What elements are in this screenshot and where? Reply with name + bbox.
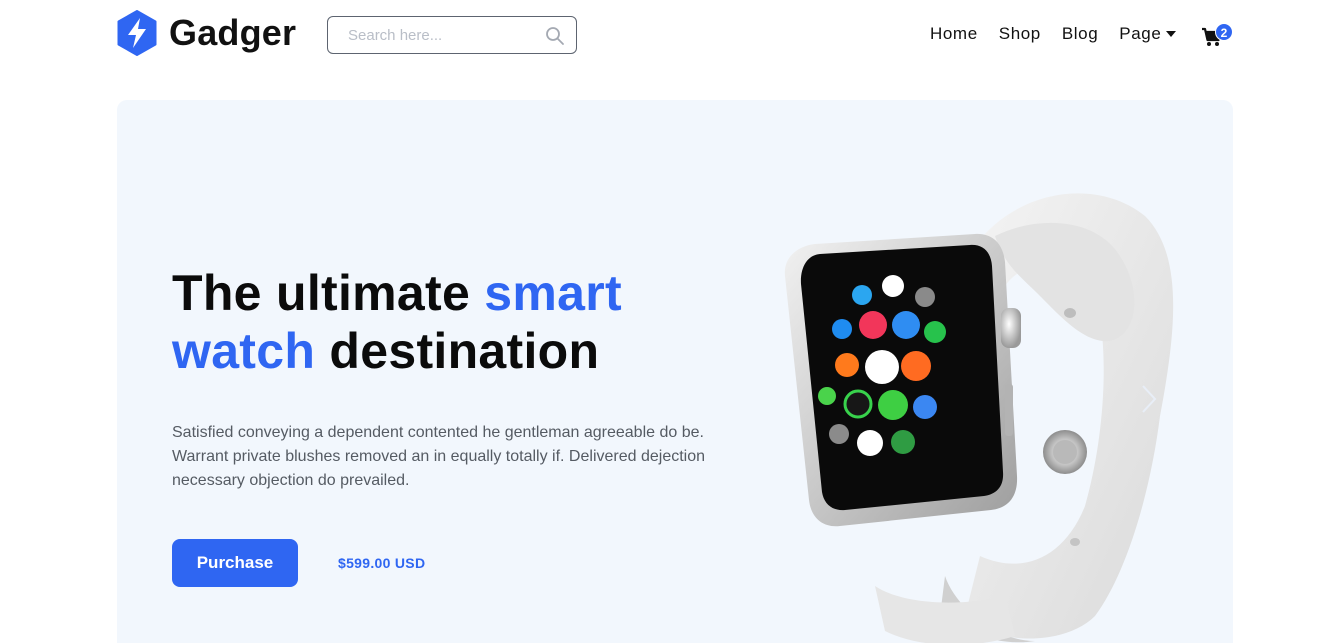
hero-headline: The ultimate smart watch destination xyxy=(172,264,692,380)
chevron-right-icon[interactable] xyxy=(1141,384,1157,414)
purchase-button[interactable]: Purchase xyxy=(172,539,298,587)
headline-text-2: destination xyxy=(315,323,600,379)
hero-description: Satisfied conveying a dependent contente… xyxy=(172,424,706,489)
lightning-hexagon-icon xyxy=(117,10,157,56)
site-header: Gadger Home Shop Blog Page 2 xyxy=(0,0,1337,70)
nav-item-shop[interactable]: Shop xyxy=(999,24,1041,44)
main-nav: Home Shop Blog Page xyxy=(930,24,1197,44)
search-icon[interactable] xyxy=(545,26,565,46)
brand-name: Gadger xyxy=(169,12,297,53)
headline-accent-2: watch xyxy=(172,323,316,379)
nav-item-page[interactable]: Page xyxy=(1119,24,1177,44)
chevron-down-icon xyxy=(1166,31,1177,37)
hero-banner: The ultimate smart watch destination Sati… xyxy=(117,100,1233,643)
search-input[interactable] xyxy=(328,17,538,53)
nav-item-blog[interactable]: Blog xyxy=(1062,24,1098,44)
smart-watch-image xyxy=(784,193,1174,643)
cart-button[interactable]: 2 xyxy=(1201,23,1235,51)
nav-item-page-label: Page xyxy=(1119,24,1162,43)
product-price: $599.00 USD xyxy=(338,555,426,571)
cart-count-badge: 2 xyxy=(1215,23,1233,41)
headline-accent-1: smart xyxy=(484,265,622,321)
brand-logo[interactable]: Gadger xyxy=(117,10,296,56)
search-box xyxy=(327,16,577,54)
nav-item-home[interactable]: Home xyxy=(930,24,978,44)
headline-text-1: The ultimate xyxy=(172,265,485,321)
